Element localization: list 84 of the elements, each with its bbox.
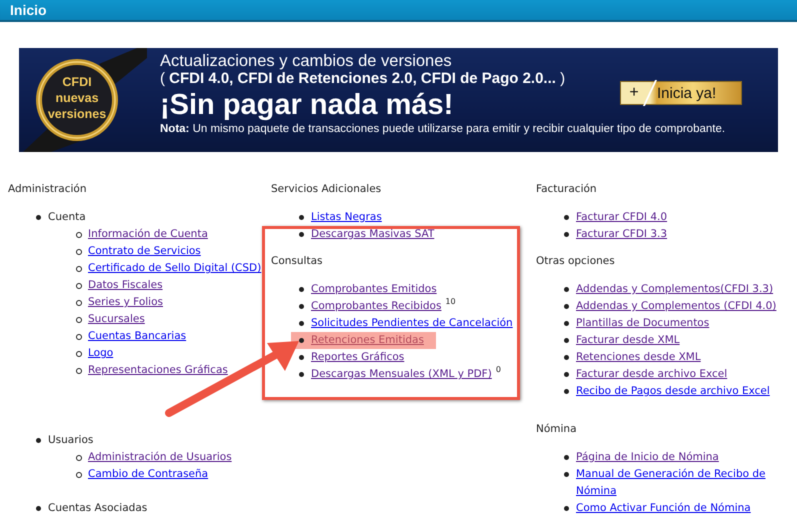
nav-link[interactable]: Administración de Usuarios <box>88 449 232 466</box>
banner-note: Nota: Un mismo paquete de transacciones puede utilizarse para emitir y recibir cualquier tipo de comprobante. <box>160 122 726 137</box>
nav-link[interactable]: Cambio de Contraseña <box>88 466 208 483</box>
bullet-icon <box>564 338 569 343</box>
nav-link[interactable]: Descargas Mensuales (XML y PDF) <box>311 366 492 383</box>
bullet-icon <box>36 438 41 443</box>
bullet-icon <box>564 372 569 377</box>
bullet-icon <box>564 506 569 511</box>
banner-subtitle: Actualizaciones y cambios de versiones <box>160 52 452 70</box>
bullet-icon <box>76 300 82 306</box>
bullet-icon <box>564 389 569 394</box>
bullet-icon <box>76 249 82 255</box>
nav-link[interactable]: Datos Fiscales <box>88 277 163 294</box>
nav-link[interactable]: Comprobantes Recibidos <box>311 298 442 315</box>
nav-link[interactable]: Cuentas Bancarias <box>88 328 186 345</box>
nav-link[interactable]: Información de Cuenta <box>88 226 208 243</box>
nav-link[interactable]: Retenciones desde XML <box>576 349 701 366</box>
bullet-icon <box>299 321 304 326</box>
nav-link[interactable]: Página de Inicio de Nómina <box>576 449 719 466</box>
nav-link[interactable]: Plantillas de Documentos <box>576 315 710 332</box>
nav-link[interactable]: Recibo de Pagos desde archivo Excel <box>576 383 770 400</box>
bullet-icon <box>76 283 82 289</box>
section-heading: Servicios Adicionales <box>271 182 382 197</box>
nav-link[interactable]: Contrato de Servicios <box>88 243 201 260</box>
bullet-icon <box>564 472 569 477</box>
banner-versions: ( CFDI 4.0, CFDI de Retenciones 2.0, CFDI de Pago 2.0... ) <box>160 70 566 88</box>
nav-link[interactable]: Manual de Generación de Recibo de Nómina <box>576 466 794 500</box>
bullet-icon <box>76 266 82 272</box>
bullet-icon <box>564 304 569 309</box>
section-heading: Otras opciones <box>536 254 616 269</box>
nav-link[interactable]: Reportes Gráficos <box>311 349 404 366</box>
bullet-icon <box>564 455 569 460</box>
bullet-icon <box>564 355 569 360</box>
nav-link[interactable]: Facturar desde XML <box>576 332 680 349</box>
group-label: Cuenta <box>48 210 86 225</box>
nav-link[interactable]: Facturar CFDI 3.3 <box>576 226 668 243</box>
bullet-icon <box>76 232 82 238</box>
count-label: 10 <box>445 297 456 307</box>
bullet-icon <box>299 287 304 292</box>
bullet-icon <box>299 355 304 360</box>
bullet-icon <box>564 215 569 220</box>
bullet-icon <box>76 351 82 357</box>
bullet-icon <box>299 232 304 237</box>
bullet-icon <box>76 472 82 478</box>
start-button[interactable]: + Inicia ya! <box>620 81 742 105</box>
bullet-icon <box>299 338 304 343</box>
nav-link[interactable]: Listas Negras <box>311 209 382 226</box>
bullet-icon <box>36 215 41 220</box>
count-label: 0 <box>496 365 501 375</box>
section-heading: Facturación <box>536 182 598 197</box>
bullet-icon <box>76 455 82 461</box>
nav-link[interactable]: Series y Folios <box>88 294 163 311</box>
banner-headline: ¡Sin pagar nada más! <box>160 88 454 122</box>
badge-text: CFDI <box>62 75 92 89</box>
badge-text: nuevas <box>55 91 99 105</box>
nav-link[interactable]: Facturar CFDI 4.0 <box>576 209 668 226</box>
bullet-icon <box>299 372 304 377</box>
nav-link[interactable]: Sucursales <box>88 311 145 328</box>
nav-link[interactable]: Solicitudes Pendientes de Cancelación <box>311 315 513 332</box>
bullet-icon <box>564 232 569 237</box>
section-heading: Administración <box>8 182 88 197</box>
nav-link[interactable]: Addendas y Complementos (CFDI 4.0) <box>576 298 776 315</box>
group-label: Cuentas Asociadas <box>48 501 148 516</box>
page-title: Inicio <box>10 2 47 18</box>
bullet-icon <box>76 317 82 323</box>
section-heading: Nómina <box>536 422 578 437</box>
nav-link[interactable]: Facturar desde archivo Excel <box>576 366 728 383</box>
badge-text: versiones <box>48 107 106 121</box>
nav-link[interactable]: Representaciones Gráficas <box>88 362 228 379</box>
nav-link[interactable]: Logo <box>88 345 114 362</box>
bullet-icon <box>299 215 304 220</box>
nav-link[interactable]: Como Activar Función de Nómina <box>576 500 751 516</box>
nav-link[interactable]: Descargas Masivas SAT <box>311 226 434 243</box>
bullet-icon <box>564 321 569 326</box>
bullet-icon <box>76 334 82 340</box>
bullet-icon <box>564 287 569 292</box>
bullet-icon <box>299 304 304 309</box>
nav-link[interactable]: Addendas y Complementos(CFDI 3.3) <box>576 281 774 298</box>
section-heading: Consultas <box>271 254 324 269</box>
group-label: Usuarios <box>48 433 94 448</box>
bullet-icon <box>36 506 41 511</box>
bullet-icon <box>76 368 82 374</box>
nav-link[interactable]: Comprobantes Emitidos <box>311 281 437 298</box>
nav-link[interactable]: Certificado de Sello Digital (CSD) <box>88 260 262 277</box>
